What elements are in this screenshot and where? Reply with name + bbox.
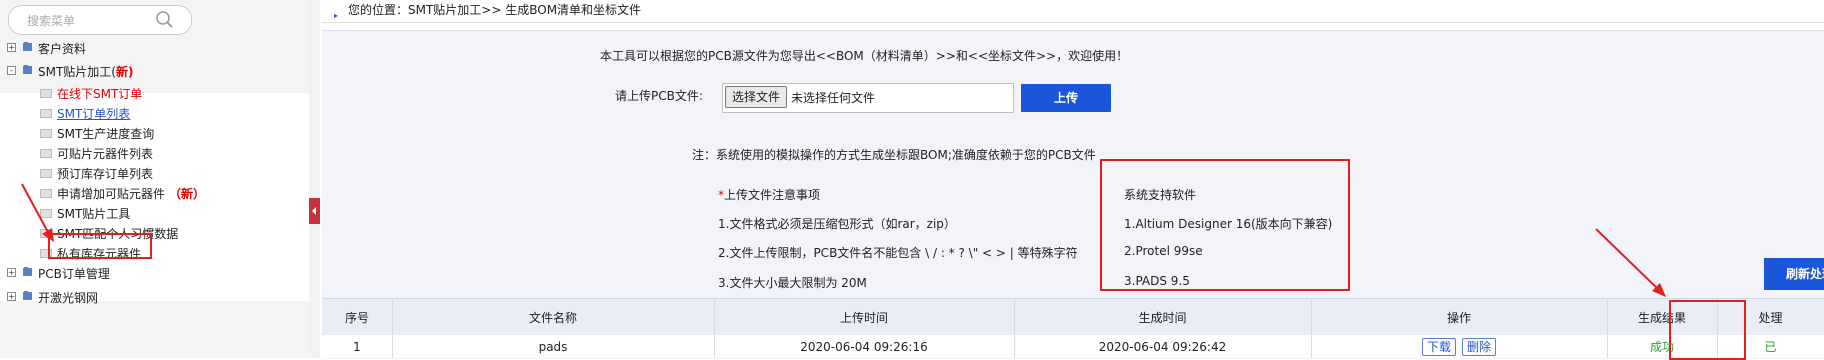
expand-icon[interactable]: + — [7, 268, 16, 277]
expand-icon[interactable]: + — [7, 292, 16, 301]
sidebar-group-label: 客户资料 — [38, 42, 87, 56]
file-input[interactable]: 选择文件 未选择任何文件 — [722, 83, 1014, 113]
expand-icon[interactable]: + — [7, 43, 16, 52]
collapse-icon[interactable]: - — [7, 66, 16, 75]
search-input[interactable]: 搜索菜单 — [27, 12, 75, 29]
sidebar-toggle[interactable] — [309, 0, 320, 358]
sidebar-group-label: 开激光钢网 — [38, 291, 99, 305]
highlight-box — [1669, 300, 1746, 360]
download-button[interactable]: 下载 — [1421, 337, 1456, 356]
folder-icon — [23, 267, 32, 276]
bullet-icon: ▸ — [334, 11, 339, 20]
doc-icon — [40, 169, 52, 178]
column-header: 操作 — [1311, 299, 1608, 335]
folder-icon — [23, 291, 32, 300]
annotation-arrow — [21, 183, 54, 242]
column-header: 文件名称 — [392, 299, 715, 335]
annotation-arrow — [1595, 228, 1666, 297]
upload-button[interactable]: 上传 — [1021, 84, 1111, 112]
doc-icon — [40, 109, 52, 118]
highlight-box — [1100, 159, 1350, 291]
note-text: 注：系统使用的模拟操作的方式生成坐标跟BOM;准确度依赖于您的PCB文件 — [692, 148, 1096, 162]
cell-filename: pads — [392, 335, 715, 358]
sidebar: 搜索菜单 + 客户资料 - SMT贴片加工(新) 在线下SMT订单 SMT订单列… — [0, 0, 311, 358]
breadcrumb: ▸ 您的位置：SMT贴片加工>> 生成BOM清单和坐标文件 — [322, 0, 1824, 23]
cell-gen-time: 2020-06-04 09:26:42 — [1014, 335, 1312, 358]
cell-actions: 下载 删除 — [1311, 335, 1608, 358]
highlight-box — [48, 233, 152, 259]
file-status: 未选择任何文件 — [791, 91, 876, 105]
cell-index: 1 — [322, 335, 393, 358]
delete-button[interactable]: 删除 — [1462, 337, 1497, 356]
intro-text: 本工具可以根据您的PCB源文件为您导出<<BOM（材料清单）>>和<<坐标文件>… — [600, 49, 1129, 63]
folder-icon — [23, 65, 32, 74]
choose-file-button[interactable]: 选择文件 — [725, 86, 787, 108]
collapse-left-icon[interactable] — [309, 198, 320, 224]
search-icon[interactable] — [155, 10, 175, 33]
sidebar-group-label: PCB订单管理 — [38, 267, 110, 281]
doc-icon — [40, 149, 52, 158]
table-row: 1 pads 2020-06-04 09:26:16 2020-06-04 09… — [322, 335, 1824, 358]
refresh-button[interactable]: 刷新处理 — [1764, 258, 1824, 290]
search-box[interactable]: 搜索菜单 — [8, 5, 192, 35]
sidebar-group-label: SMT贴片加工(新) — [38, 65, 134, 79]
cell-upload-time: 2020-06-04 09:26:16 — [714, 335, 1015, 358]
tip-item: 2.文件上传限制，PCB文件名不能包含 \ / : * ? \" < > | 等… — [718, 246, 1078, 260]
column-header: 生成时间 — [1014, 299, 1312, 335]
tip-item: 3.文件大小最大限制为 20M — [718, 276, 867, 290]
new-badge: 新) — [115, 65, 134, 79]
tip-item: 1.文件格式必须是压缩包形式（如rar，zip） — [718, 217, 956, 231]
doc-icon — [40, 129, 52, 138]
column-header: 上传时间 — [714, 299, 1015, 335]
doc-icon — [40, 89, 52, 98]
upload-label: 请上传PCB文件: — [615, 89, 703, 103]
folder-icon — [23, 42, 32, 51]
new-badge: （新） — [169, 187, 206, 201]
column-header: 序号 — [322, 299, 393, 335]
